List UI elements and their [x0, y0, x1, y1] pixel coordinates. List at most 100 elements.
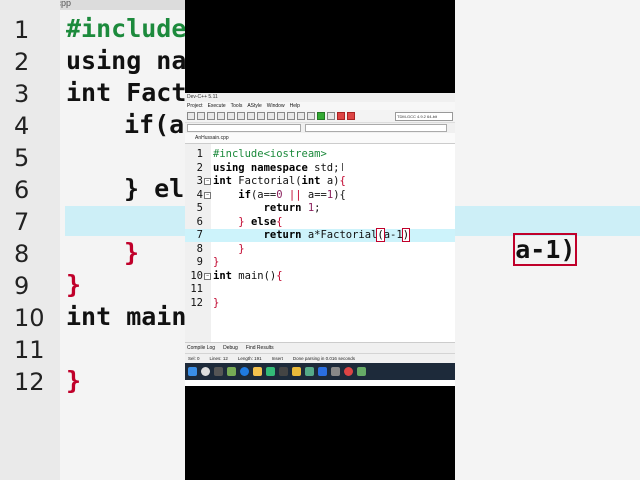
code-line[interactable]: 8 } — [185, 243, 455, 256]
code-token: std; — [314, 161, 340, 174]
background-line-number: 1 — [14, 16, 30, 44]
compiler-select[interactable]: TDM-GCC 4.9.2 64-bit — [395, 111, 453, 121]
menu-item-tools[interactable]: Tools — [231, 102, 243, 110]
code-line[interactable]: 11 — [185, 283, 455, 296]
code-line[interactable]: 12} — [185, 297, 455, 310]
redo-icon[interactable] — [207, 112, 215, 120]
code-token: } — [238, 242, 245, 255]
background-line-number: 5 — [14, 144, 30, 172]
code-line[interactable]: 10− int main(){ — [185, 270, 455, 283]
menu-item-astyle[interactable]: AStyle — [247, 102, 261, 110]
unindent-icon[interactable] — [277, 112, 285, 120]
bottom-tab-compile-log[interactable]: Compile Log — [187, 343, 215, 353]
app2-icon[interactable] — [357, 367, 366, 376]
status-length: Length: 191 — [237, 356, 262, 361]
code-line[interactable]: 3− int Factorial(int a){ — [185, 175, 455, 188]
toolbar: TDM-GCC 4.9.2 64-bit — [185, 110, 455, 123]
code-token: using namespace — [213, 161, 315, 174]
code-token: { — [339, 175, 346, 187]
chrome-icon[interactable] — [344, 367, 353, 376]
fold-toggle-icon[interactable]: − — [204, 272, 211, 280]
background-right-fragment: a-1) — [513, 233, 578, 266]
line-number: 6 — [196, 215, 203, 228]
goto-icon[interactable] — [237, 112, 245, 120]
background-code-fragment: } els — [124, 174, 185, 203]
code-text: } else{ — [213, 215, 283, 229]
edge-icon[interactable] — [240, 367, 249, 376]
code-line[interactable]: 4− if(a==0 || a==1){ — [185, 189, 455, 202]
code-token: return — [263, 202, 308, 214]
bookmark-icon[interactable] — [247, 112, 255, 120]
background-line-number: 6 — [14, 176, 30, 204]
background-zoom-right: a-1) — [455, 0, 640, 480]
background-line-number: 12 — [14, 368, 45, 396]
task-view-icon[interactable] — [214, 367, 223, 376]
code-line-highlighted[interactable]: 7 return a*Factorial(a-1) — [185, 228, 455, 242]
compile-run-icon[interactable] — [317, 112, 325, 120]
code-line[interactable]: 9} — [185, 256, 455, 269]
line-number: 3 — [196, 175, 203, 187]
background-code-fragment: #include< — [66, 14, 185, 43]
stop-icon[interactable] — [337, 112, 345, 120]
line-number: 10 — [190, 269, 203, 282]
run-icon[interactable] — [307, 112, 315, 120]
menu-item-execute[interactable]: Execute — [208, 102, 226, 110]
code-token: ){ — [333, 188, 346, 201]
windows-start-icon[interactable] — [188, 367, 197, 376]
devcpp-icon[interactable] — [305, 367, 314, 376]
find-icon[interactable] — [217, 112, 225, 120]
code-text: if(a==0 || a==1){ — [213, 189, 346, 202]
code-editor[interactable]: 1 #include<iostream> 2 using namespace std;… — [185, 144, 455, 342]
code-token: a== — [301, 188, 327, 201]
print-icon[interactable] — [257, 112, 265, 120]
new-file-icon[interactable] — [187, 112, 195, 120]
code-text: int Factorial(int a){ — [213, 175, 346, 188]
compile-icon[interactable] — [297, 112, 305, 120]
terminal-icon[interactable] — [279, 367, 288, 376]
indent-icon[interactable] — [267, 112, 275, 120]
file-explorer-icon[interactable] — [253, 367, 262, 376]
code-line[interactable]: 6 } else{ — [185, 216, 455, 229]
menu-item-window[interactable]: Window — [267, 102, 285, 110]
debug-icon[interactable] — [347, 112, 355, 120]
text-cursor-icon — [342, 163, 343, 171]
code-token: else — [250, 215, 277, 228]
bottom-tab-debug[interactable]: Debug — [223, 343, 238, 353]
bottom-tab-find-results[interactable]: Find Results — [246, 343, 274, 353]
code-token: a) — [326, 175, 340, 187]
code-line[interactable]: 5 return 1; — [185, 202, 455, 215]
code-token: a-1 — [383, 229, 403, 241]
line-number: 8 — [196, 242, 203, 255]
menu-item-project[interactable]: Project — [187, 102, 203, 110]
widgets-icon[interactable] — [227, 367, 236, 376]
rebuild-icon[interactable] — [327, 112, 335, 120]
folder-icon[interactable] — [292, 367, 301, 376]
app-icon[interactable] — [331, 367, 340, 376]
code-text: return 1; — [213, 202, 321, 215]
toggle-comment-icon[interactable] — [287, 112, 295, 120]
class-select[interactable] — [187, 124, 301, 132]
file-tab[interactable]: AnHussain.cpp — [185, 133, 455, 144]
member-select[interactable] — [305, 124, 447, 132]
search-icon[interactable] — [201, 367, 210, 376]
code-token: if — [238, 188, 251, 201]
store-icon[interactable] — [266, 367, 275, 376]
background-line-number: 3 — [14, 80, 30, 108]
code-token: { — [276, 215, 283, 228]
code-line[interactable]: 2 using namespace std; — [185, 162, 455, 175]
fold-toggle-icon[interactable]: − — [204, 178, 211, 185]
code-line[interactable]: 1 #include<iostream> — [185, 148, 455, 161]
bottom-tabs: Compile Log Debug Find Results — [185, 342, 455, 353]
fold-toggle-icon[interactable]: − — [204, 191, 211, 199]
status-lines: Lines: 12 — [209, 356, 228, 361]
undo-icon[interactable] — [197, 112, 205, 120]
selector-row — [185, 123, 455, 133]
status-mode: Insert — [271, 356, 283, 361]
replace-icon[interactable] — [227, 112, 235, 120]
menu-item-help[interactable]: Help — [290, 102, 300, 110]
code-token: || — [288, 188, 302, 201]
background-line-number: 9 — [14, 272, 30, 300]
vscode-icon[interactable] — [318, 367, 327, 376]
